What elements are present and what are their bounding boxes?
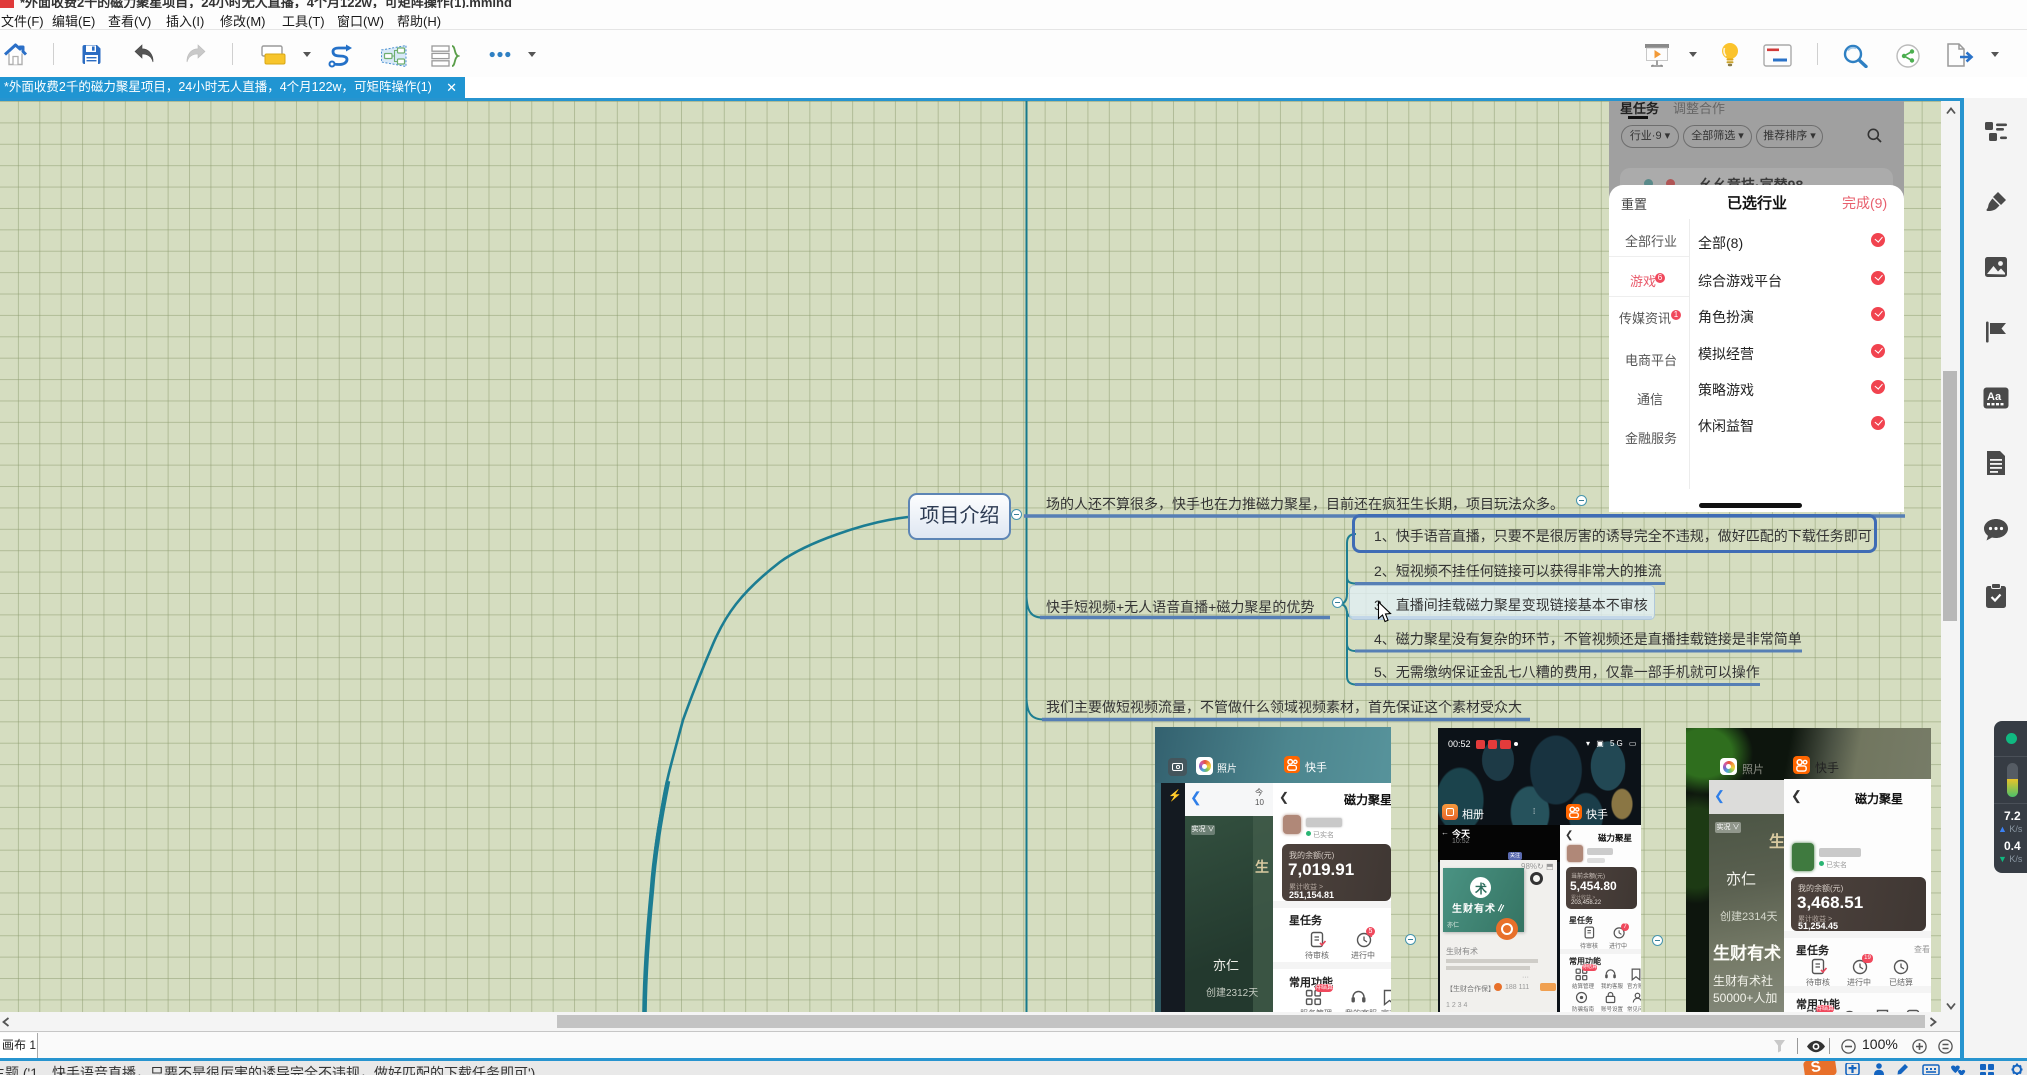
svg-text:Aa: Aa [1987,391,2002,403]
